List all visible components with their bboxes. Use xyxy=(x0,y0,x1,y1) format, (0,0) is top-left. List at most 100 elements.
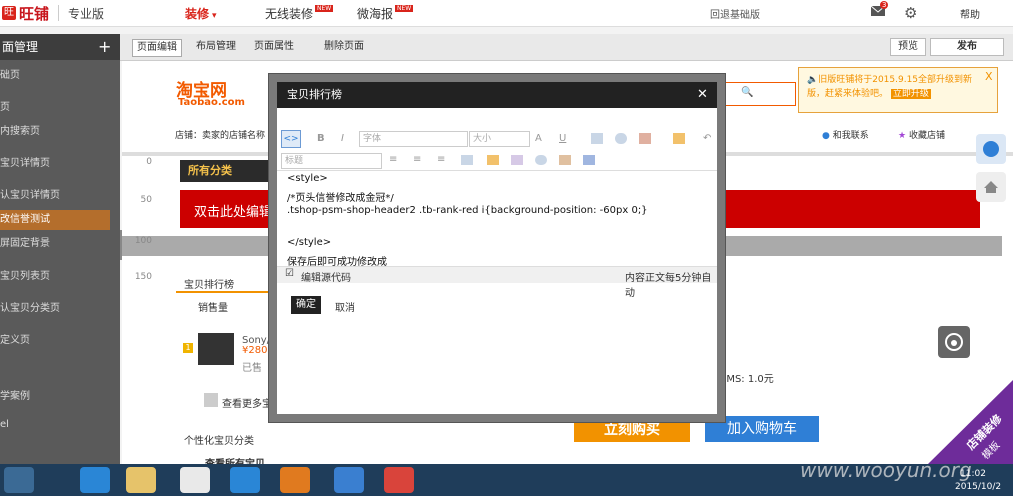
media-icon[interactable] xyxy=(511,155,523,165)
sidebar-item[interactable]: 认宝贝分类页 xyxy=(0,299,110,319)
qq-icon[interactable] xyxy=(230,467,260,493)
size-select[interactable]: 大小 xyxy=(469,131,530,147)
hbuilder-icon[interactable] xyxy=(384,467,414,493)
edit-source-checkbox[interactable]: ☑ xyxy=(285,268,294,279)
chat-float-icon[interactable] xyxy=(976,134,1006,164)
confirm-button[interactable]: 确定 xyxy=(291,296,321,314)
all-categories-tab[interactable]: 所有分类 xyxy=(180,160,268,182)
sidebar-item[interactable]: 宝贝详情页 xyxy=(0,154,110,174)
sidebar-item[interactable]: 内搜索页 xyxy=(0,122,110,142)
fullscreen-icon[interactable] xyxy=(583,155,595,165)
preview-button[interactable]: 预览 xyxy=(890,38,926,56)
explorer-icon[interactable] xyxy=(126,467,156,493)
decorate-template-badge[interactable]: 店铺装修 模板 xyxy=(928,380,1013,464)
table-icon[interactable] xyxy=(639,133,651,144)
start-icon[interactable] xyxy=(4,467,34,493)
nav-micro-poster[interactable]: 微海报 NEW xyxy=(357,5,414,22)
edit-source-label: 编辑源代码 xyxy=(301,273,351,284)
chrome-icon[interactable] xyxy=(180,467,210,493)
tab-page-properties[interactable]: 页面属性 xyxy=(250,39,298,55)
shop-name: 店铺：卖家的店铺名称 xyxy=(175,131,266,141)
heading-select[interactable]: 标题 xyxy=(281,153,382,169)
mail-icon[interactable]: 3 xyxy=(870,1,889,17)
sidebar-item[interactable]: 宝贝列表页 xyxy=(0,267,110,287)
upgrade-now-link[interactable]: 立即升级 xyxy=(890,89,931,99)
tab-delete-page[interactable]: 删除页面 xyxy=(320,39,368,55)
top-bar: 旺 旺铺 专业版 装修 ▾ 无线装修 NEW 微海报 NEW 回退基础版 3 ⚙ 帮助 xyxy=(0,0,1013,27)
upgrade-notice: 🔈旧版旺铺将于2015.9.15全部升级到新版，赶紧来体验吧。 立即升级 X xyxy=(798,67,998,113)
firefox-icon[interactable] xyxy=(280,467,310,493)
sidebar-item[interactable]: 屏固定背景 xyxy=(0,234,110,254)
source-code-toggle-icon[interactable]: <> xyxy=(281,130,301,148)
editor-status-bar: ☑ 编辑源代码 内容正文每5分钟自动 xyxy=(277,266,717,299)
new-badge: NEW xyxy=(395,5,414,12)
gear-icon[interactable]: ⚙ xyxy=(904,4,917,22)
cancel-button[interactable]: 取消 xyxy=(335,299,355,314)
list-icon[interactable] xyxy=(461,155,473,165)
tab-page-edit[interactable]: 页面编辑 xyxy=(132,39,182,57)
publish-button[interactable]: 发布 xyxy=(930,38,1004,56)
emoji-icon[interactable] xyxy=(487,155,499,165)
sidebar-item[interactable]: 认宝贝详情页 xyxy=(0,186,110,206)
sidebar-item[interactable]: 学案例 xyxy=(0,387,110,407)
support-icon[interactable] xyxy=(938,326,970,358)
app-icon[interactable] xyxy=(334,467,364,493)
add-page-icon[interactable]: + xyxy=(98,34,111,60)
close-icon[interactable]: ✕ xyxy=(697,82,708,108)
close-icon[interactable]: X xyxy=(985,70,993,83)
watermark: www.wooyun.org xyxy=(800,458,972,482)
favorite-link[interactable]: ★ 收藏店铺 xyxy=(898,128,945,141)
new-badge: NEW xyxy=(315,5,334,12)
left-sidebar: 面管理 + 础页 页 内搜索页 宝贝详情页 认宝贝详情页 改信誉测试 屏固定背景… xyxy=(0,34,128,464)
autosave-text: 内容正文每5分钟自动 xyxy=(625,273,712,299)
nav-decorate[interactable]: 装修 ▾ xyxy=(185,5,217,22)
search-box[interactable]: 🔍 xyxy=(724,82,796,106)
dialog-title: 宝贝排行榜 xyxy=(287,88,342,101)
sidebar-item[interactable]: 础页 xyxy=(0,66,110,86)
clock-date: 2015/10/2 xyxy=(955,482,1002,492)
sidebar-item[interactable]: el xyxy=(0,415,110,435)
bag-icon xyxy=(204,393,218,407)
help-link[interactable]: 帮助 xyxy=(960,6,980,21)
star-icon: ★ xyxy=(898,131,907,141)
link-icon[interactable] xyxy=(615,133,627,144)
contact-link[interactable]: ● 和我联系 xyxy=(822,128,869,141)
hr-icon[interactable] xyxy=(559,155,571,165)
ie-icon[interactable] xyxy=(80,467,110,493)
tab-layout-manage[interactable]: 布局管理 xyxy=(192,39,240,55)
undo-icon[interactable]: ↶ xyxy=(703,132,711,146)
brand-name: 旺铺 xyxy=(19,4,50,23)
nav-mobile-decorate[interactable]: 无线装修 NEW xyxy=(265,5,334,22)
tab-sales[interactable]: 销售量 xyxy=(198,299,228,314)
sidebar-item[interactable]: 定义页 xyxy=(0,331,110,351)
highlight-icon[interactable] xyxy=(673,133,685,144)
underline-icon[interactable]: U xyxy=(559,132,566,146)
align-right-icon[interactable]: ≡ xyxy=(437,153,445,167)
mail-count-badge: 3 xyxy=(880,1,889,9)
source-code-editor[interactable]: <style> /*页头信誉修改成金冠*/ .tshop-psm-shop-he… xyxy=(277,170,717,268)
edit-hint: 双击此处编辑 xyxy=(194,205,273,220)
ems-price: EMS: 1.0元 xyxy=(720,374,774,385)
sidebar-item[interactable]: 页 xyxy=(0,98,110,118)
font-select[interactable]: 字体 xyxy=(359,131,468,147)
sidebar-item-active[interactable]: 改信誉测试 xyxy=(0,210,110,230)
brand-logo[interactable]: 旺 旺铺 专业版 xyxy=(2,3,104,23)
italic-icon[interactable]: I xyxy=(341,132,344,146)
brand-icon: 旺 xyxy=(2,6,16,20)
rank-title: 宝贝排行榜 xyxy=(184,280,234,291)
chat-icon: ● xyxy=(822,131,830,141)
page-toolbar: 页面编辑 布局管理 页面属性 删除页面 预览 发布 xyxy=(0,34,1013,61)
product-image[interactable] xyxy=(198,333,234,365)
rank-editor-dialog: 宝贝排行榜 ✕ <> B I 字体 大小 A U ↶ 标题 ≡ ≡ ≡ <sty… xyxy=(268,73,726,423)
clear-format-icon[interactable] xyxy=(535,155,547,165)
align-center-icon[interactable]: ≡ xyxy=(413,153,421,167)
back-to-basic-link[interactable]: 回退基础版 xyxy=(710,6,760,21)
font-color-icon[interactable]: A xyxy=(535,132,542,146)
align-left-icon[interactable]: ≡ xyxy=(389,153,397,167)
home-float-icon[interactable] xyxy=(976,172,1006,202)
rank-number: 1 xyxy=(183,343,193,353)
custom-category-title: 个性化宝贝分类 xyxy=(184,436,254,447)
taobao-logo-en: Taobao.com xyxy=(178,97,245,108)
image-icon[interactable] xyxy=(591,133,603,144)
bold-icon[interactable]: B xyxy=(317,132,325,146)
